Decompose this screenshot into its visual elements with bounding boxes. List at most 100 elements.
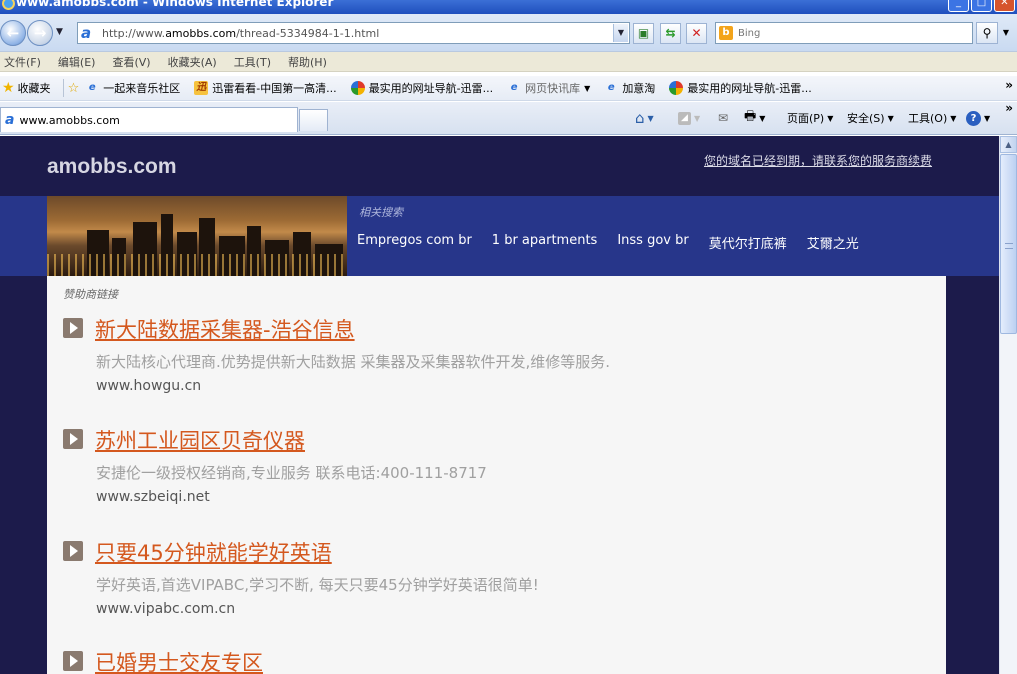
chevron-down-icon: ▼ xyxy=(694,113,701,123)
favorite-link[interactable]: 最实用的网址导航-迅雷... xyxy=(669,80,812,96)
chevron-down-icon: ▼ xyxy=(759,113,766,123)
menu-edit[interactable]: 编辑(E) xyxy=(58,54,96,70)
scrollbar-thumb[interactable] xyxy=(1000,154,1017,334)
print-button[interactable]: 🖶 ▼ xyxy=(744,108,765,128)
tools-menu-button[interactable]: 工具(O) ▼ xyxy=(908,108,956,128)
stop-icon: ✕ xyxy=(691,26,702,40)
ad-url[interactable]: www.szbeiqi.net xyxy=(96,489,210,505)
window-controls: _ □ ✕ xyxy=(948,0,1015,12)
back-arrow-icon: ← xyxy=(6,24,20,42)
ad-url[interactable]: www.vipabc.com.cn xyxy=(96,601,235,617)
dh-icon xyxy=(669,81,684,95)
dh-icon xyxy=(350,81,365,95)
back-button[interactable]: ← xyxy=(0,20,26,46)
forward-button[interactable]: → xyxy=(27,20,53,46)
ad-title-link[interactable]: 已婚男士交友专区 xyxy=(95,647,263,674)
related-link[interactable]: Empregos com br xyxy=(357,233,472,252)
related-link[interactable]: 艾爾之光 xyxy=(807,233,859,252)
read-mail-button[interactable]: ✉ xyxy=(718,108,728,128)
safety-menu-button[interactable]: 安全(S) ▼ xyxy=(847,108,894,128)
grip-icon xyxy=(1005,243,1013,249)
play-arrow-icon xyxy=(63,318,83,338)
minimize-button[interactable]: _ xyxy=(948,0,969,12)
favorite-link[interactable]: e 一起来音乐社区 xyxy=(85,80,180,96)
related-link[interactable]: 1 br apartments xyxy=(492,233,598,252)
search-icon: ⚲ xyxy=(982,26,992,40)
favorite-link[interactable]: e 加意淘 xyxy=(604,80,655,96)
address-bar[interactable]: a http://www.amobbs.com/thread-5334984-1… xyxy=(77,22,630,44)
tab-title: www.amobbs.com xyxy=(19,113,120,127)
menu-help[interactable]: 帮助(H) xyxy=(288,54,327,70)
recent-pages-dropdown[interactable]: ▼ xyxy=(56,27,63,37)
home-icon: ⌂ xyxy=(635,109,645,127)
home-button[interactable]: ⌂ ▼ xyxy=(635,108,654,128)
ad-url[interactable]: www.howgu.cn xyxy=(96,378,201,394)
favorites-overflow-button[interactable]: » xyxy=(1005,78,1013,92)
maximize-button[interactable]: □ xyxy=(971,0,992,12)
tab-active[interactable]: a www.amobbs.com xyxy=(0,107,298,132)
refresh-button[interactable]: ⇆ xyxy=(660,23,681,44)
ad-title-link[interactable]: 苏州工业园区贝奇仪器 xyxy=(95,425,305,455)
favorite-link[interactable]: 最实用的网址导航-迅雷... xyxy=(350,80,493,96)
page-content: amobbs.com 您的域名已经到期，请联系您的服务商续费 相关搜索 Empr… xyxy=(0,136,999,674)
mail-icon: ✉ xyxy=(718,111,729,125)
menu-favorites[interactable]: 收藏夹(A) xyxy=(168,54,217,70)
ad-title-link[interactable]: 新大陆数据采集器-浩谷信息 xyxy=(95,314,355,344)
chevron-down-icon: ▼ xyxy=(584,83,591,93)
ie-page-icon: a xyxy=(81,24,92,42)
domain-expired-link[interactable]: 您的域名已经到期，请联系您的服务商续费 xyxy=(704,152,932,169)
site-header: amobbs.com 您的域名已经到期，请联系您的服务商续费 xyxy=(0,136,999,196)
search-options-dropdown[interactable]: ▼ xyxy=(999,22,1013,44)
command-overflow-button[interactable]: » xyxy=(1005,101,1013,115)
window-title: www.amobbs.com - Windows Internet Explor… xyxy=(16,0,334,9)
ie-window: www.amobbs.com - Windows Internet Explor… xyxy=(0,0,1017,674)
favorites-button[interactable]: 收藏夹 xyxy=(18,80,51,96)
title-bar: www.amobbs.com - Windows Internet Explor… xyxy=(0,0,1017,14)
address-url[interactable]: http://www.amobbs.com/thread-5334984-1-1… xyxy=(102,27,379,40)
related-search-caption: 相关搜索 xyxy=(359,206,403,219)
menu-tools[interactable]: 工具(T) xyxy=(234,54,271,70)
help-button[interactable]: ? ▼ xyxy=(966,108,990,128)
chevron-down-icon: ▼ xyxy=(950,113,957,123)
address-toolbar: ← → ▼ a http://www.amobbs.com/thread-533… xyxy=(0,14,1017,52)
compatibility-view-button[interactable]: ▣ xyxy=(633,23,654,44)
vertical-scrollbar[interactable]: ▲ xyxy=(999,136,1017,674)
address-dropdown-button[interactable]: ▼ xyxy=(613,24,628,42)
favorites-star-icon: ★ xyxy=(2,80,15,96)
related-link[interactable]: 莫代尔打底裤 xyxy=(709,233,787,252)
ad-title-link[interactable]: 只要45分钟就能学好英语 xyxy=(95,537,332,567)
scroll-up-button[interactable]: ▲ xyxy=(1000,136,1017,153)
ie-page-icon: e xyxy=(607,82,615,93)
ad-description: 新大陆核心代理商.优势提供新大陆数据 采集器及采集器软件开发,维修等服务. xyxy=(96,353,611,371)
compat-view-icon: ▣ xyxy=(637,26,650,40)
stop-button[interactable]: ✕ xyxy=(686,23,707,44)
feeds-button[interactable]: ◢ ▼ xyxy=(678,108,700,128)
favorite-link[interactable]: 迅迅雷看看-中国第一高清... xyxy=(194,80,337,96)
search-box[interactable]: b xyxy=(715,22,973,44)
favorite-webslice[interactable]: e 网页快讯库 ▼ xyxy=(507,80,591,96)
ad-description: 学好英语,首选VIPABC,学习不断, 每天只要45分钟学好英语很简单! xyxy=(96,576,539,594)
xunlei-icon: 迅 xyxy=(194,81,209,95)
play-arrow-icon xyxy=(63,541,83,561)
ie-page-icon: e xyxy=(88,82,96,93)
menu-view[interactable]: 查看(V) xyxy=(112,54,150,70)
favorites-divider xyxy=(62,79,64,97)
new-tab-button[interactable] xyxy=(299,109,328,131)
page-menu-button[interactable]: 页面(P) ▼ xyxy=(787,108,833,128)
rss-icon: ◢ xyxy=(678,111,691,125)
related-search-links: Empregos com br 1 br apartments Inss gov… xyxy=(357,233,879,252)
related-link[interactable]: Inss gov br xyxy=(617,233,688,252)
search-button[interactable]: ⚲ xyxy=(976,22,998,44)
chevron-down-icon: ▼ xyxy=(984,113,991,123)
ie-page-icon: e xyxy=(510,82,518,93)
forward-arrow-icon: → xyxy=(33,24,47,42)
add-to-favorites-icon[interactable]: ☆ xyxy=(68,81,80,96)
search-input[interactable] xyxy=(738,27,958,39)
close-window-button[interactable]: ✕ xyxy=(994,0,1015,12)
menu-file[interactable]: 文件(F) xyxy=(4,54,41,70)
sponsored-links-panel: 赞助商链接 新大陆数据采集器-浩谷信息 新大陆核心代理商.优势提供新大陆数据 采… xyxy=(47,276,946,674)
sponsor-label: 赞助商链接 xyxy=(63,288,118,301)
play-arrow-icon xyxy=(63,651,83,671)
chevron-down-icon: ▼ xyxy=(887,113,894,123)
related-search-banner: 相关搜索 Empregos com br 1 br apartments Ins… xyxy=(0,196,999,276)
